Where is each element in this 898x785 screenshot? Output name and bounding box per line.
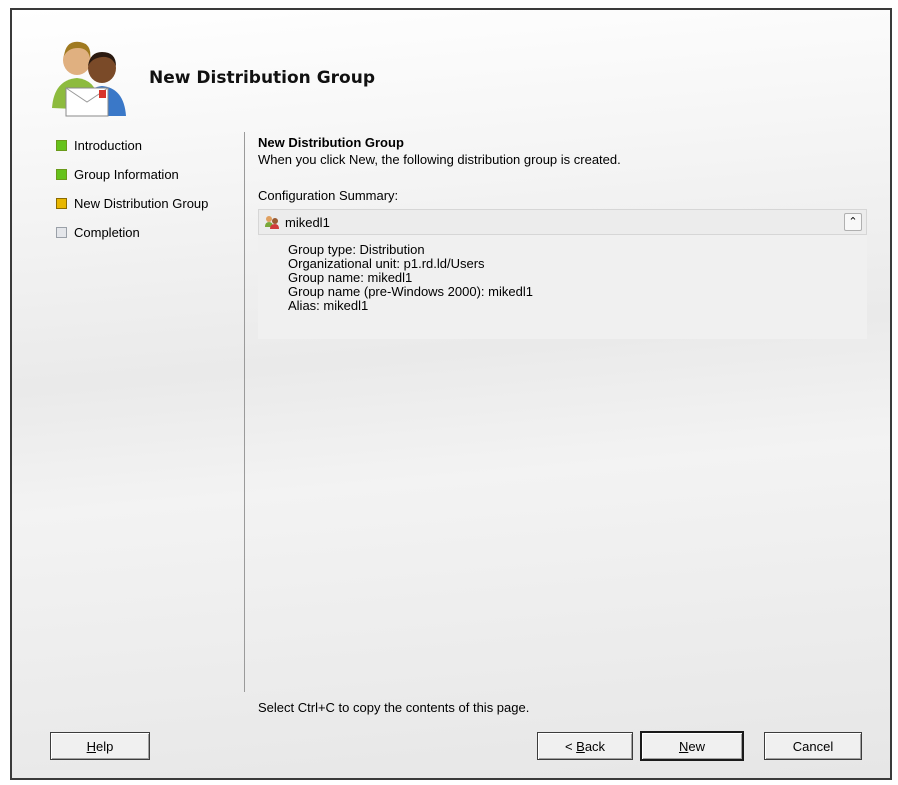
step-introduction: Introduction: [56, 134, 208, 156]
back-button[interactable]: < Back: [537, 732, 633, 760]
step-group-information: Group Information: [56, 163, 208, 185]
summary-line: Group type: Distribution: [288, 242, 425, 257]
users-envelope-icon: [52, 41, 126, 117]
summary-line: Group name (pre-Windows 2000): mikedl1: [288, 284, 533, 299]
content-title: New Distribution Group: [258, 135, 404, 150]
step-current-icon: [56, 197, 67, 209]
step-label: Introduction: [74, 137, 142, 153]
wizard-steps: Introduction Group Information New Distr…: [56, 134, 208, 250]
cancel-button[interactable]: Cancel: [764, 732, 862, 760]
new-button[interactable]: New: [640, 731, 744, 761]
wizard-window: New Distribution Group Introduction Grou…: [10, 8, 892, 780]
summary-line: Group name: mikedl1: [288, 270, 413, 285]
summary-label: Configuration Summary:: [258, 188, 399, 203]
content-panel: New Distribution Group When you click Ne…: [258, 134, 868, 339]
step-done-icon: [56, 139, 67, 151]
summary-line: Alias: mikedl1: [288, 298, 369, 313]
back-label: < Back: [564, 738, 606, 754]
steps-divider: [244, 132, 245, 692]
summary-details: Group type: Distribution Organizational …: [258, 235, 867, 339]
group-icon: [265, 216, 279, 229]
chevron-double-up-icon: ⌃: [848, 215, 858, 228]
summary-group-name: mikedl1: [285, 214, 330, 230]
content-description: When you click New, the following distri…: [258, 152, 621, 167]
step-completion: Completion: [56, 221, 208, 243]
step-label: New Distribution Group: [74, 195, 209, 211]
help-label: Help: [86, 738, 114, 754]
help-button[interactable]: Help: [50, 732, 150, 760]
page-title: New Distribution Group: [149, 68, 375, 88]
new-label: New: [678, 738, 705, 754]
step-label: Completion: [74, 224, 140, 240]
step-done-icon: [56, 168, 67, 180]
cancel-label: Cancel: [792, 738, 834, 754]
summary-line: Organizational unit: p1.rd.ld/Users: [288, 256, 485, 271]
copy-hint: Select Ctrl+C to copy the contents of th…: [258, 700, 530, 715]
step-pending-icon: [56, 226, 67, 238]
step-new-distribution-group: New Distribution Group: [56, 192, 208, 214]
summary-header[interactable]: mikedl1 ⌃: [258, 209, 867, 235]
collapse-button[interactable]: ⌃: [844, 213, 862, 231]
step-label: Group Information: [74, 166, 179, 182]
